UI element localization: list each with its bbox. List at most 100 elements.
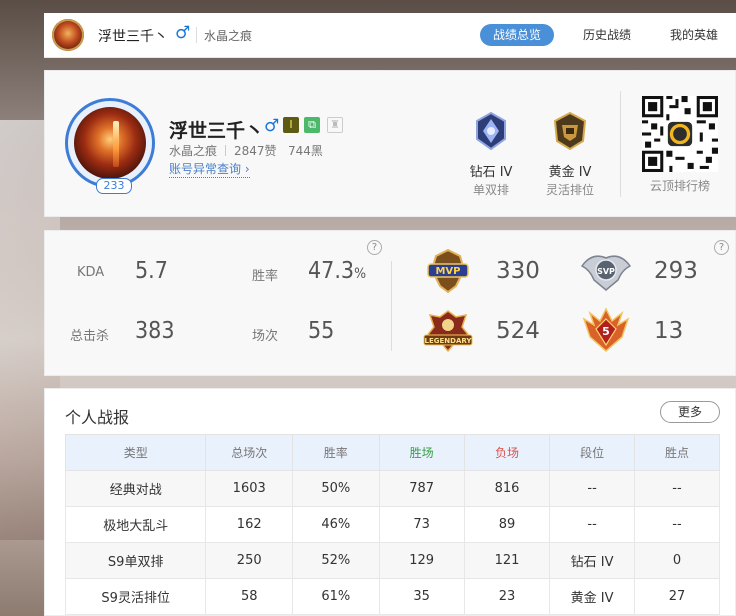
table-row: 经典对战 1603 50% 787 816 -- -- <box>64 470 721 507</box>
cell-wins: 35 <box>378 578 465 615</box>
total-kills-label: 总击杀 <box>70 329 110 344</box>
table-row: S9单双排 250 52% 129 121 钻石 IV 0 <box>64 542 721 579</box>
cell-losses: 23 <box>463 578 551 615</box>
account-abnormal-link[interactable]: 账号异常查询 › <box>169 160 250 178</box>
cell-total: 58 <box>205 578 294 615</box>
svg-text:SVP: SVP <box>597 267 615 276</box>
cell-total: 250 <box>205 542 294 579</box>
games-label: 场次 <box>252 329 279 344</box>
trophy-icon[interactable]: ♜ <box>327 117 343 133</box>
cell-type: 经典对战 <box>64 470 207 507</box>
legendary-count: 524 <box>496 318 540 344</box>
male-icon: ♂ <box>175 23 191 43</box>
server-name: 水晶之痕 <box>169 144 218 158</box>
cell-lp: 27 <box>633 578 721 615</box>
qr-code-icon[interactable] <box>642 96 718 172</box>
solo-rank-mode: 单双排 <box>472 183 509 197</box>
svp-count: 293 <box>654 258 698 284</box>
help-icon[interactable]: ? <box>367 240 382 255</box>
header-avatar[interactable] <box>52 19 84 51</box>
cell-rank: -- <box>549 470 635 507</box>
penta-kill-badge-icon: 5 <box>582 307 630 352</box>
solo-rank-tier: 钻石 IV <box>469 165 513 180</box>
table-row: S9灵活排位 58 61% 35 23 黄金 IV 27 <box>64 578 721 615</box>
penta-kill-count: 13 <box>654 318 684 344</box>
cell-wins: 129 <box>378 542 465 579</box>
winrate-number: 47.3 <box>308 258 355 284</box>
cell-losses: 816 <box>463 470 551 507</box>
report-table: 类型 总场次 胜率 胜场 负场 段位 胜点 经典对战 1603 50% 787 … <box>64 434 721 615</box>
cell-winrate: 61% <box>292 578 380 615</box>
player-name: 浮世三千丶 <box>169 120 265 142</box>
winrate-value: 47.3% <box>308 258 366 284</box>
identity-badge-icon[interactable]: Ⅰ <box>283 117 299 133</box>
col-winrate: 胜率 <box>292 434 380 471</box>
profile-meta: 水晶之痕 2847赞 744黑 <box>169 142 323 159</box>
cell-winrate: 46% <box>292 506 380 543</box>
sword-emblem <box>113 121 119 167</box>
winrate-label: 胜率 <box>252 269 279 284</box>
total-kills-value: 383 <box>135 318 175 344</box>
profile-card: 233 浮世三千丶 ♂ Ⅰ ⧉ ♜ 水晶之痕 2847赞 744黑 账号异常查询 … <box>44 70 736 217</box>
flex-rank-tier: 黄金 IV <box>548 165 592 180</box>
legendary-badge-icon: LEGENDARY <box>423 310 473 353</box>
likes-count: 2847赞 <box>234 144 277 158</box>
cell-lp: 0 <box>633 542 721 579</box>
gold-rank-icon <box>553 111 587 151</box>
cell-winrate: 50% <box>292 470 380 507</box>
cell-rank: -- <box>549 506 635 543</box>
avatar-image <box>74 107 146 179</box>
col-type: 类型 <box>64 434 207 471</box>
rank-solo: 钻石 IV 单双排 <box>456 111 526 198</box>
qr-label: 云顶排行榜 <box>649 179 710 193</box>
header-server: 水晶之痕 <box>204 29 253 43</box>
cell-wins: 73 <box>378 506 465 543</box>
kda-value: 5.7 <box>135 258 168 284</box>
profile-divider <box>620 91 621 197</box>
cell-wins: 787 <box>378 470 465 507</box>
header-player-name: 浮世三千丶 <box>98 29 168 45</box>
col-wins: 胜场 <box>378 434 465 471</box>
stats-card: ? ? KDA 5.7 胜率 47.3% 总击杀 383 场次 55 MVP 3… <box>44 230 736 376</box>
kda-label: KDA <box>77 265 105 280</box>
report-title: 个人战报 <box>65 408 130 427</box>
stats-divider <box>391 261 392 351</box>
rank-flex: 黄金 IV 灵活排位 <box>535 111 605 198</box>
flex-rank-mode: 灵活排位 <box>545 183 594 197</box>
tab-overview[interactable]: 战绩总览 <box>480 24 555 46</box>
mvp-count: 330 <box>496 258 540 284</box>
cell-winrate: 52% <box>292 542 380 579</box>
help-icon[interactable]: ? <box>714 240 729 255</box>
cell-total: 162 <box>205 506 294 543</box>
mvp-badge-icon: MVP <box>427 248 469 294</box>
tab-my-heroes[interactable]: 我的英雄 <box>670 24 718 46</box>
more-button[interactable]: 更多 <box>660 401 720 423</box>
tab-history[interactable]: 历史战绩 <box>583 24 631 46</box>
cell-lp: -- <box>633 506 721 543</box>
table-row: 极地大乱斗 162 46% 73 89 -- -- <box>64 506 721 543</box>
svg-text:MVP: MVP <box>435 266 460 277</box>
copy-icon[interactable]: ⧉ <box>304 117 320 133</box>
penta-kill-badge-number: 5 <box>602 325 610 338</box>
cell-losses: 121 <box>463 542 551 579</box>
cell-type: S9单双排 <box>64 542 207 579</box>
col-rank: 段位 <box>549 434 635 471</box>
games-value: 55 <box>308 318 335 344</box>
winrate-unit: % <box>354 266 367 282</box>
top-header: 浮世三千丶 ♂ 水晶之痕 战绩总览 历史战绩 我的英雄 <box>44 13 736 58</box>
blacks-count: 744黑 <box>288 144 323 158</box>
header-divider <box>196 27 197 43</box>
cell-type: S9灵活排位 <box>64 578 207 615</box>
level-badge: 233 <box>96 178 132 194</box>
meta-divider <box>225 145 227 156</box>
table-header-row: 类型 总场次 胜率 胜场 负场 段位 胜点 <box>64 434 721 471</box>
profile-avatar[interactable]: 233 <box>65 98 155 194</box>
account-abnormal-label: 账号异常查询 <box>169 162 242 176</box>
svg-text:LEGENDARY: LEGENDARY <box>425 337 473 345</box>
col-losses: 负场 <box>463 434 551 471</box>
diamond-rank-icon <box>476 111 506 151</box>
cell-lp: -- <box>633 470 721 507</box>
svp-badge-icon: SVP <box>580 255 632 291</box>
col-total-games: 总场次 <box>205 434 294 471</box>
cell-rank: 钻石 IV <box>549 542 635 579</box>
